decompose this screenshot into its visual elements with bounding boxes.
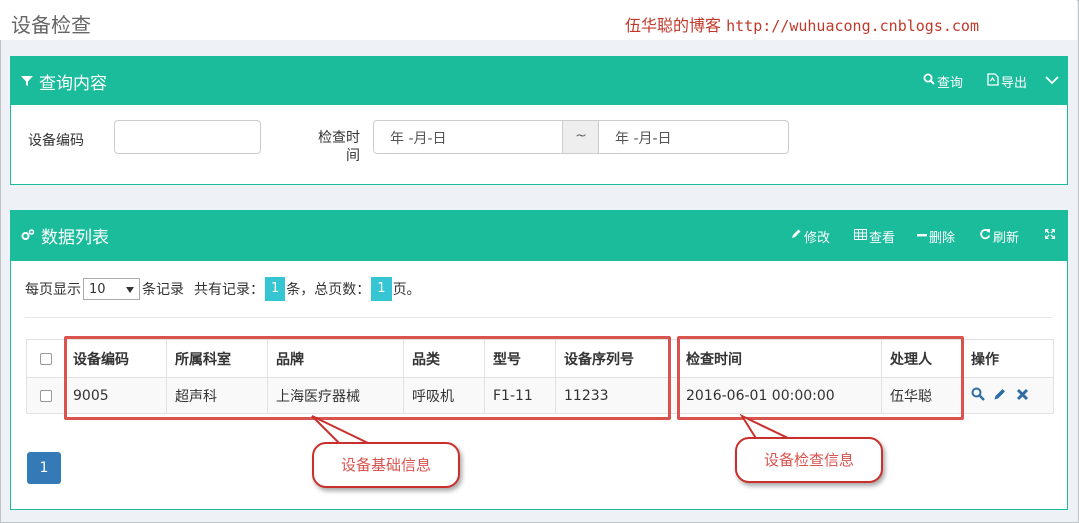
- check-time-label: 检查时 间: [314, 129, 360, 165]
- cell-actions: [962, 377, 1054, 414]
- total-pages-suffix: 页。: [392, 282, 421, 298]
- data-panel-title: 数据列表: [21, 223, 109, 248]
- table-header-row: 设备编码 所属科室 品牌 品类 型号 设备序列号 检查时间 处理人 操作: [26, 339, 1054, 378]
- row-edit-icon[interactable]: [993, 387, 1007, 401]
- dropdown-arrow-icon: [126, 282, 134, 297]
- view-button-label: 查看: [868, 230, 895, 246]
- collapse-button[interactable]: [1045, 74, 1059, 89]
- delete-button-label: 删除: [928, 230, 955, 246]
- delete-button[interactable]: 删除: [916, 227, 955, 246]
- page-size-value: 10: [89, 281, 106, 297]
- date-range-separator: ~: [563, 120, 599, 154]
- device-table: 设备编码 所属科室 品牌 品类 型号 设备序列号 检查时间 处理人 操作 900…: [26, 339, 1054, 414]
- query-toolbar: 查询 导出: [923, 57, 1067, 105]
- total-pages-badge: 1: [371, 277, 392, 301]
- row-view-icon[interactable]: [971, 387, 985, 401]
- cell-category: 呼吸机: [403, 377, 485, 414]
- row-delete-icon[interactable]: [1016, 388, 1029, 401]
- export-icon: [987, 72, 999, 90]
- cell-brand: 上海医疗器械: [267, 377, 404, 414]
- cell-department: 超声科: [166, 377, 268, 414]
- date-to-input[interactable]: 年 -月-日: [598, 120, 789, 154]
- expand-icon: [1044, 228, 1056, 244]
- view-button[interactable]: 查看: [853, 227, 895, 246]
- col-brand[interactable]: 品牌: [267, 339, 404, 378]
- pencil-icon: [790, 228, 802, 244]
- table-row[interactable]: 9005 超声科 上海医疗器械 呼吸机 F1-11 11233 2016-06-…: [26, 377, 1054, 414]
- total-pages-prefix: 条，总页数：: [286, 282, 371, 298]
- search-icon: [923, 73, 935, 89]
- total-records-badge: 1: [265, 277, 286, 301]
- page-size-bar: 每页显示 10 条记录 共有记录： 1 条，总页数： 1 页。: [25, 277, 421, 301]
- chevron-down-icon: [1045, 74, 1059, 89]
- refresh-icon: [979, 228, 991, 244]
- device-code-label: 设备编码: [28, 133, 84, 149]
- col-model[interactable]: 型号: [484, 339, 556, 378]
- per-page-prefix: 每页显示: [25, 282, 81, 298]
- cell-check-time: 2016-06-01 00:00:00: [677, 377, 882, 414]
- table-icon: [853, 228, 867, 244]
- edit-button-label: 修改: [803, 230, 830, 246]
- edit-button[interactable]: 修改: [790, 227, 830, 246]
- cogs-icon: [21, 226, 35, 246]
- check-time-label-line1: 检查时: [318, 130, 360, 146]
- col-check-time[interactable]: 检查时间: [677, 339, 882, 378]
- cell-serial-number: 11233: [555, 377, 678, 414]
- per-page-suffix: 条记录: [142, 282, 184, 298]
- blog-url: http://wuhuacong.cnblogs.com: [726, 17, 979, 35]
- page-title: 设备检查: [11, 13, 91, 37]
- date-from-input[interactable]: 年 -月-日: [373, 120, 563, 154]
- fullscreen-button[interactable]: [1044, 228, 1056, 244]
- check-time-label-line2: 间: [346, 148, 360, 164]
- export-button-label: 导出: [1000, 75, 1027, 91]
- search-button[interactable]: 查询: [923, 72, 963, 91]
- col-handler[interactable]: 处理人: [881, 339, 963, 378]
- query-panel-title: 查询内容: [21, 69, 107, 94]
- data-toolbar: 修改 查看 删除 刷新: [790, 211, 1067, 261]
- export-button[interactable]: 导出: [987, 72, 1027, 91]
- data-panel: 数据列表 修改 查看 删除 刷新 每页显示 10 条记录 共有记录： 1 条，总…: [10, 210, 1068, 510]
- blog-watermark: 伍华聪的博客 http://wuhuacong.cnblogs.com: [625, 12, 979, 36]
- page-header: 设备检查 伍华聪的博客 http://wuhuacong.cnblogs.com: [0, 0, 1077, 40]
- minus-icon: [916, 229, 927, 244]
- data-title-text: 数据列表: [41, 228, 109, 248]
- filter-icon: [21, 72, 33, 92]
- select-all-cell: [26, 339, 65, 378]
- query-panel: 查询内容 查询 导出 设备编码 检查时 间 年 -月-日 ~ 年 -月-日: [10, 56, 1068, 185]
- select-all-checkbox[interactable]: [39, 352, 52, 365]
- check-info-callout: 设备检查信息: [735, 437, 883, 483]
- col-device-code[interactable]: 设备编码: [64, 339, 167, 378]
- cell-device-code: 9005: [64, 377, 167, 414]
- query-title-text: 查询内容: [39, 74, 107, 94]
- refresh-button-label: 刷新: [992, 230, 1019, 246]
- col-category[interactable]: 品类: [403, 339, 485, 378]
- base-info-callout: 设备基础信息: [312, 442, 460, 488]
- data-panel-header: 数据列表 修改 查看 删除 刷新: [11, 211, 1067, 261]
- page-size-select[interactable]: 10: [83, 278, 140, 300]
- row-select-cell: [26, 377, 65, 414]
- divider: [25, 317, 1052, 318]
- total-records-prefix: 共有记录：: [194, 282, 264, 298]
- device-code-input[interactable]: [114, 120, 261, 154]
- refresh-button[interactable]: 刷新: [979, 227, 1019, 246]
- col-department[interactable]: 所属科室: [166, 339, 268, 378]
- row-checkbox[interactable]: [39, 389, 52, 402]
- blog-prefix: 伍华聪的博客: [625, 16, 722, 35]
- pagination-page-1[interactable]: 1: [27, 452, 61, 484]
- query-panel-header: 查询内容 查询 导出: [11, 57, 1067, 105]
- col-actions: 操作: [962, 339, 1054, 378]
- cell-model: F1-11: [484, 377, 556, 414]
- cell-handler: 伍华聪: [881, 377, 963, 414]
- col-serial-number[interactable]: 设备序列号: [555, 339, 678, 378]
- search-button-label: 查询: [936, 75, 963, 91]
